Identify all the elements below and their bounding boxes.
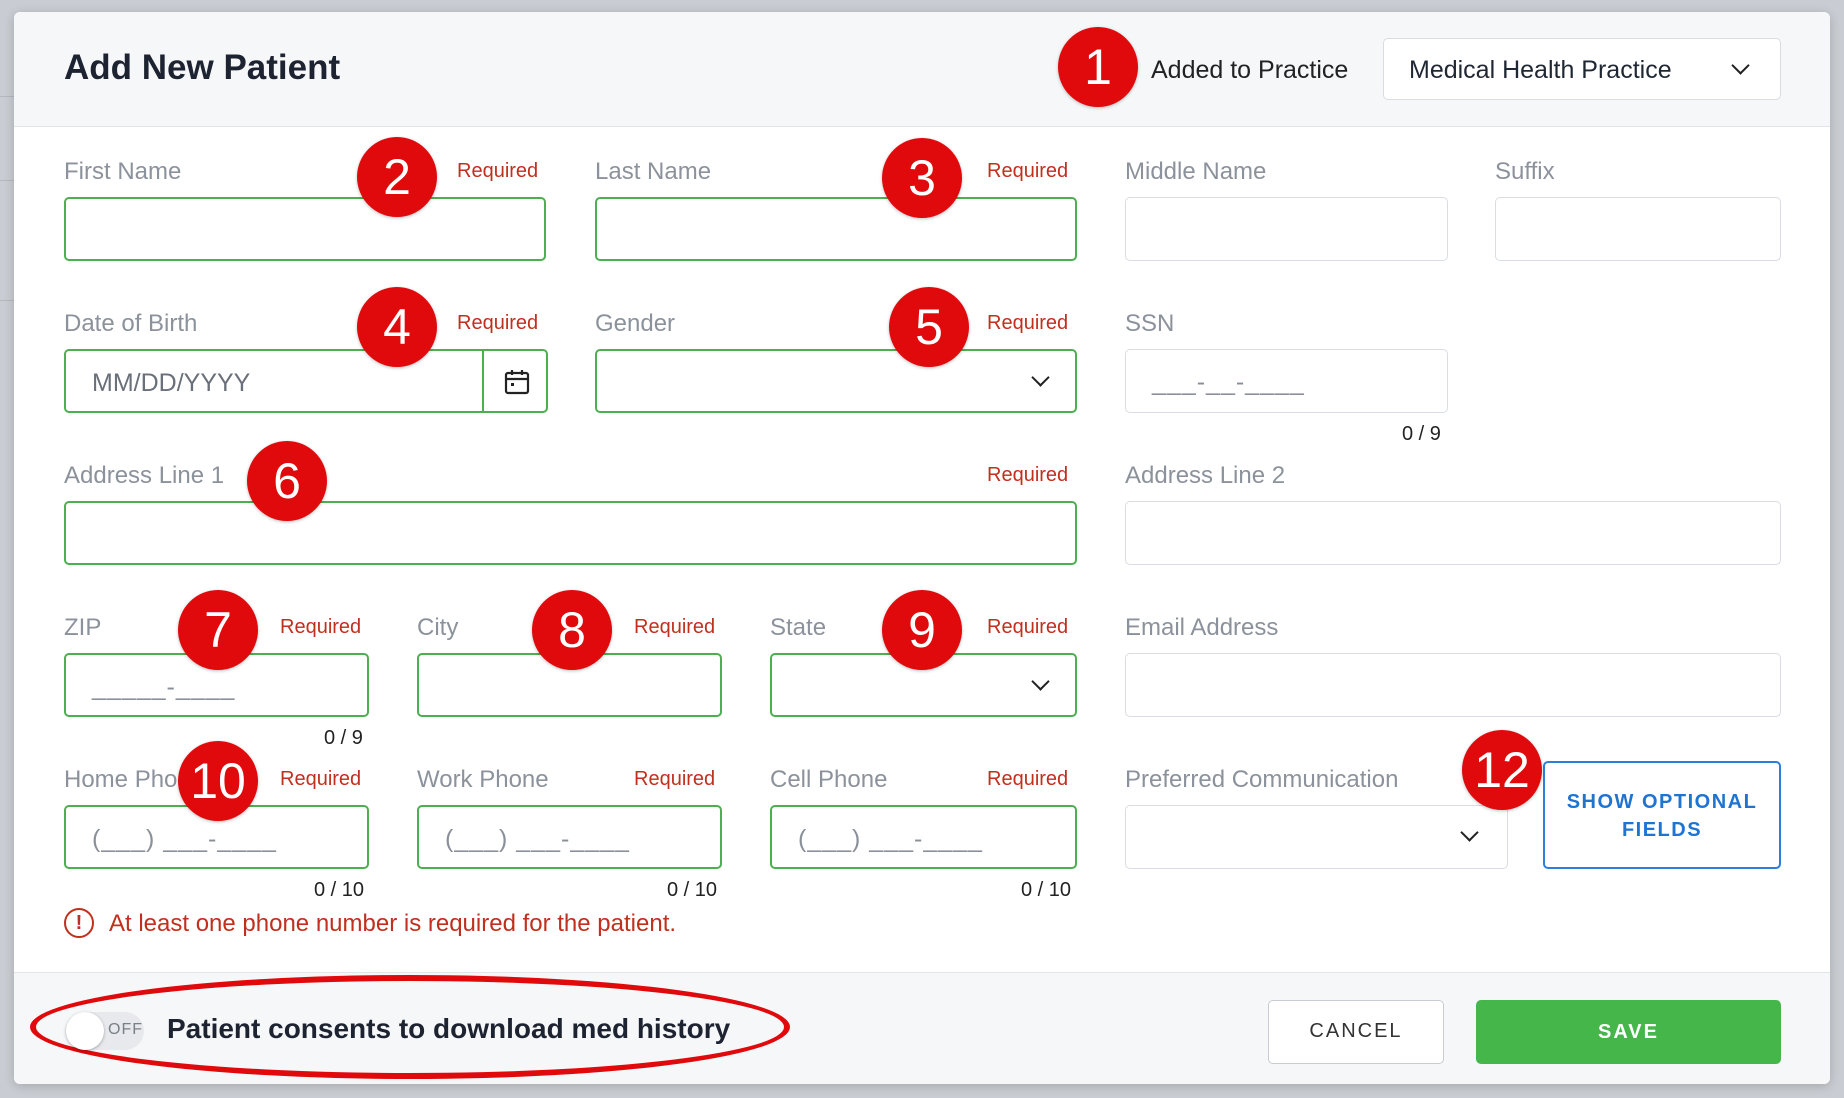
chevron-down-icon	[1460, 823, 1479, 842]
state-required: Required	[987, 616, 1069, 638]
ssn-field[interactable]: ___-__-____	[1125, 349, 1448, 413]
error-message: At least one phone number is required fo…	[109, 910, 677, 937]
middle-name-label: Middle Name	[1125, 158, 1267, 185]
dob-divider	[482, 351, 484, 411]
chevron-down-icon	[1031, 368, 1050, 387]
address1-field[interactable]	[64, 501, 1077, 565]
annotation-badge: 9	[882, 590, 962, 670]
annotation-badge: 6	[247, 441, 327, 521]
added-to-practice-label: Added to Practice	[1151, 56, 1349, 84]
address2-field[interactable]	[1125, 501, 1781, 565]
address2-label: Address Line 2	[1125, 462, 1286, 489]
save-button[interactable]: SAVE	[1476, 1000, 1781, 1064]
toggle-knob	[66, 1012, 104, 1050]
chevron-down-icon	[1031, 672, 1050, 691]
annotation-badge: 2	[357, 137, 437, 217]
ssn-label: SSN	[1125, 310, 1175, 337]
dob-placeholder: MM/DD/YYYY	[92, 369, 251, 397]
backdrop-divider	[0, 96, 14, 97]
modal-footer: OFF Patient consents to download med his…	[14, 972, 1830, 1084]
preferred-communication-label: Preferred Communication	[1125, 766, 1399, 793]
ssn-mask: ___-__-____	[1152, 368, 1305, 396]
preferred-communication-select[interactable]	[1125, 805, 1508, 869]
calendar-icon[interactable]	[503, 368, 531, 396]
show-optional-line1: SHOW OPTIONAL	[1566, 791, 1758, 813]
work-phone-required: Required	[634, 768, 716, 790]
city-label: City	[417, 614, 459, 641]
last-name-required: Required	[987, 160, 1069, 182]
first-name-field[interactable]	[64, 197, 546, 261]
backdrop-divider	[0, 300, 14, 301]
dob-field[interactable]: MM/DD/YYYY	[64, 349, 548, 413]
annotation-badge: 8	[532, 590, 612, 670]
home-phone-required: Required	[280, 768, 362, 790]
ssn-counter: 0 / 9	[1402, 423, 1441, 445]
home-phone-mask: (___) ___-____	[92, 825, 277, 853]
show-optional-fields-button[interactable]: SHOW OPTIONAL FIELDS	[1543, 761, 1781, 869]
toggle-state: OFF	[108, 1021, 143, 1038]
city-required: Required	[634, 616, 716, 638]
annotation-badge: 1	[1058, 27, 1138, 107]
suffix-label: Suffix	[1495, 158, 1555, 185]
home-phone-counter: 0 / 10	[314, 879, 365, 901]
annotation-badge: 10	[178, 741, 258, 821]
gender-required: Required	[987, 312, 1069, 334]
cell-phone-label: Cell Phone	[770, 766, 888, 793]
annotation-badge: 12	[1462, 730, 1542, 810]
last-name-field[interactable]	[595, 197, 1077, 261]
middle-name-field[interactable]	[1125, 197, 1448, 261]
annotation-badge: 4	[357, 287, 437, 367]
zip-required: Required	[280, 616, 362, 638]
first-name-label: First Name	[64, 158, 182, 185]
email-field[interactable]	[1125, 653, 1781, 717]
home-phone-label: Home Pho	[64, 766, 178, 793]
practice-select-value: Medical Health Practice	[1409, 56, 1672, 84]
add-patient-modal: Add New Patient Added to Practice Medica…	[14, 12, 1830, 1084]
zip-label: ZIP	[64, 614, 102, 641]
cell-phone-mask: (___) ___-____	[798, 825, 983, 853]
modal-header: Add New Patient Added to Practice Medica…	[14, 12, 1830, 127]
zip-counter: 0 / 9	[324, 727, 363, 749]
first-name-required: Required	[457, 160, 539, 182]
cancel-button[interactable]: CANCEL	[1268, 1000, 1444, 1064]
gender-label: Gender	[595, 310, 676, 337]
dob-required: Required	[457, 312, 539, 334]
gender-select[interactable]	[595, 349, 1077, 413]
annotation-badge: 7	[178, 590, 258, 670]
cell-phone-field[interactable]: (___) ___-____	[770, 805, 1077, 869]
state-label: State	[770, 614, 827, 641]
cell-phone-required: Required	[987, 768, 1069, 790]
chevron-down-icon	[1731, 56, 1750, 75]
show-optional-line2: FIELDS	[1621, 819, 1703, 841]
work-phone-field[interactable]: (___) ___-____	[417, 805, 722, 869]
consent-toggle[interactable]: OFF	[66, 1012, 144, 1050]
cell-phone-counter: 0 / 10	[1021, 879, 1072, 901]
address1-required: Required	[987, 464, 1069, 486]
zip-mask: _____-____	[92, 673, 236, 701]
alert-circle-icon: !	[64, 908, 94, 938]
work-phone-counter: 0 / 10	[667, 879, 718, 901]
last-name-label: Last Name	[595, 158, 712, 185]
modal-title: Add New Patient	[64, 48, 341, 87]
email-label: Email Address	[1125, 614, 1279, 641]
work-phone-mask: (___) ___-____	[445, 825, 630, 853]
practice-select[interactable]: Medical Health Practice	[1383, 38, 1781, 100]
annotation-badge: 3	[882, 138, 962, 218]
address1-label: Address Line 1	[64, 462, 225, 489]
work-phone-label: Work Phone	[417, 766, 549, 793]
consent-label: Patient consents to download med history	[167, 1013, 731, 1044]
backdrop-divider	[0, 180, 14, 181]
suffix-field[interactable]	[1495, 197, 1781, 261]
dob-label: Date of Birth	[64, 310, 198, 337]
annotation-badge: 5	[889, 287, 969, 367]
